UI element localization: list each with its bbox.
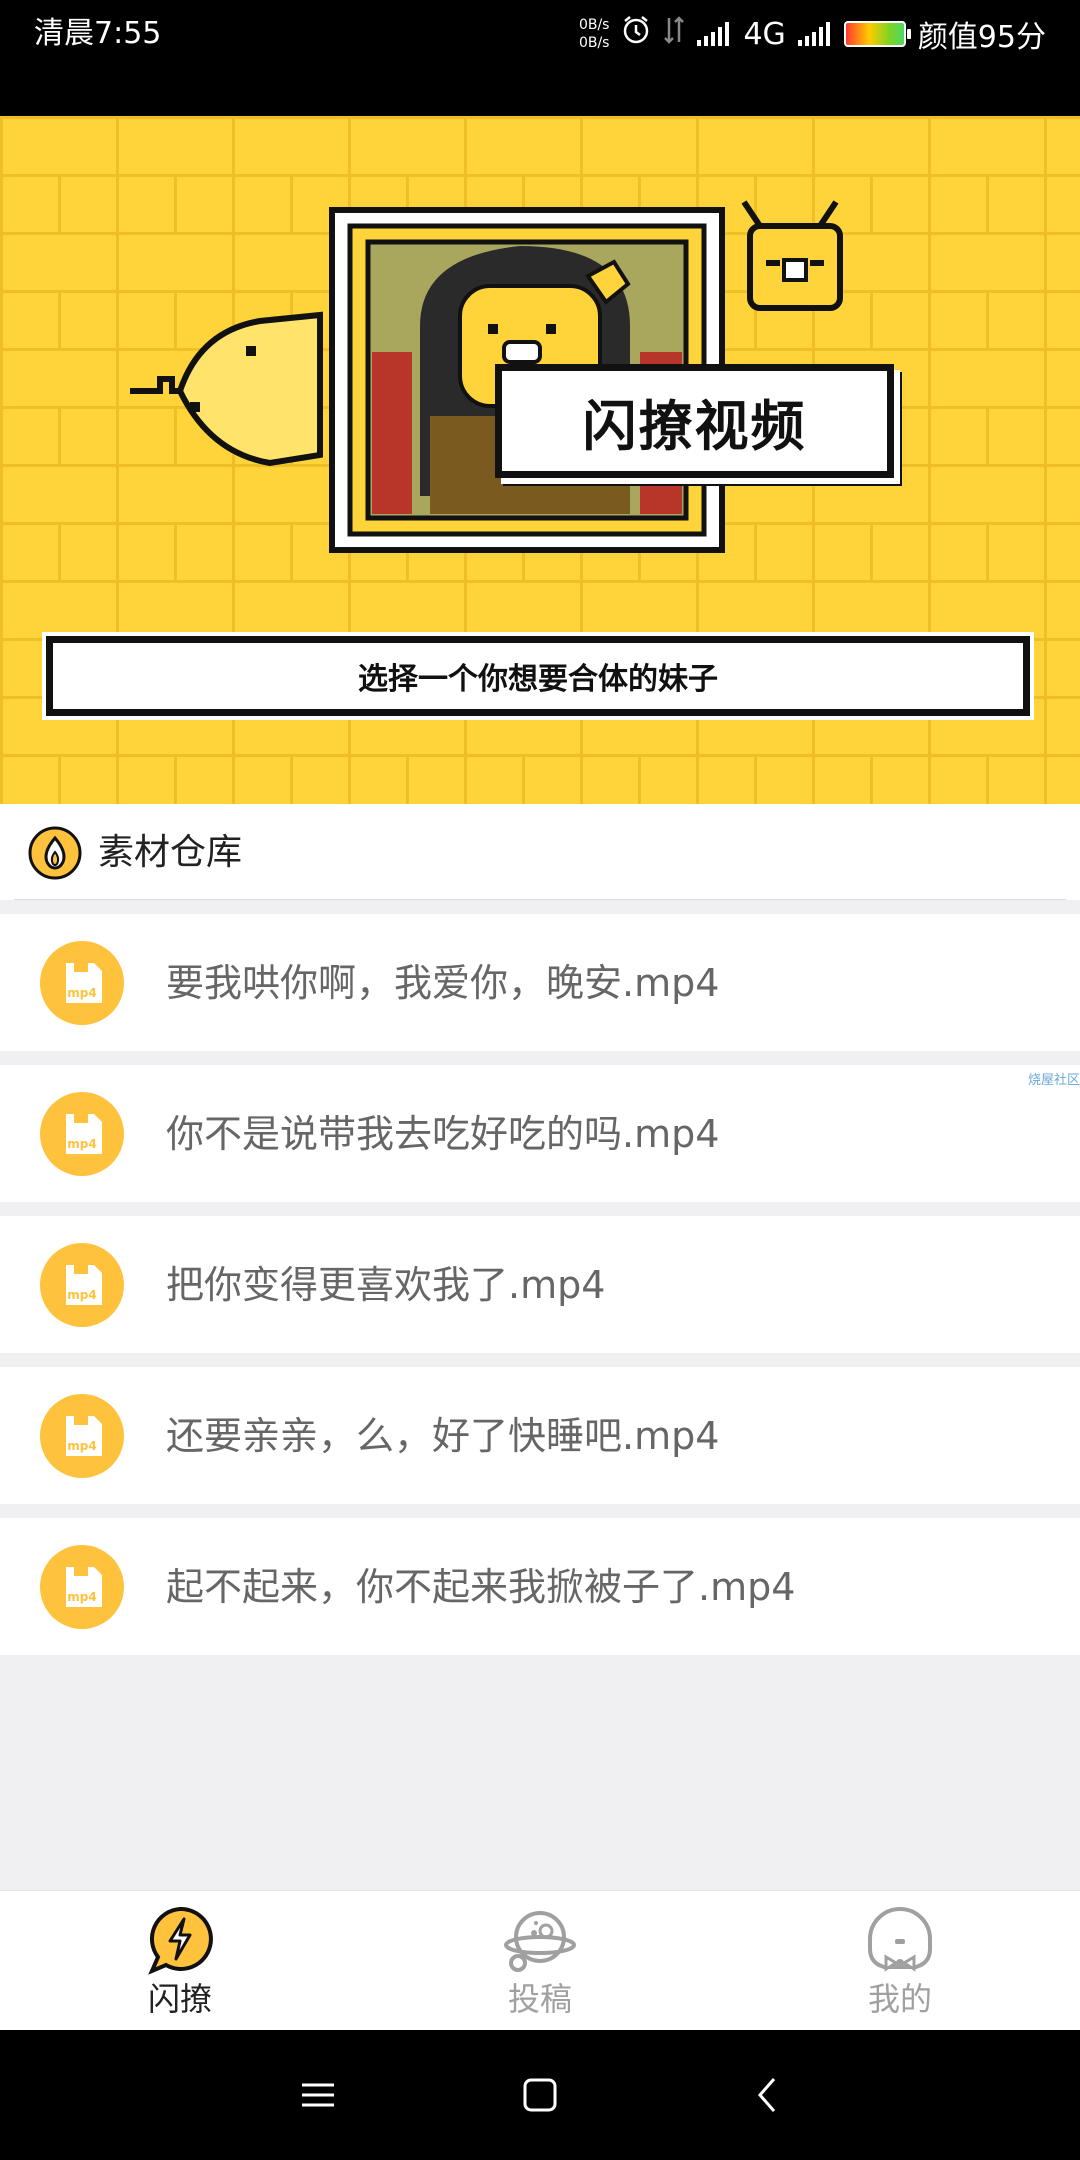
- battery-label: 颜值95分: [917, 20, 1046, 55]
- svg-text:mp4: mp4: [67, 1590, 96, 1604]
- list-item[interactable]: mp4 起不起来，你不起来我掀被子了.mp4: [0, 1518, 1080, 1655]
- divider: [14, 899, 1066, 900]
- menu-icon[interactable]: [298, 2075, 338, 2115]
- face-bowtie-icon: [868, 1906, 932, 1972]
- hero-title: 闪撩视频: [495, 364, 894, 478]
- lightning-bubble-icon: [148, 1906, 213, 1975]
- tab-label: 我的: [867, 1980, 932, 2018]
- net-speed-down: 0B/s: [578, 35, 610, 51]
- mp4-file-icon: mp4: [40, 941, 124, 1025]
- file-name: 你不是说带我去吃好吃的吗.mp4: [166, 1112, 720, 1156]
- status-icons: 0B/s 0B/s 4G 颜值95分: [579, 12, 1046, 56]
- back-icon[interactable]: [748, 2075, 788, 2115]
- file-name: 把你变得更喜欢我了.mp4: [166, 1263, 606, 1307]
- tab-label: 闪撩: [147, 1980, 212, 2018]
- signal-icon: [797, 22, 832, 46]
- mp4-file-icon: mp4: [40, 1092, 124, 1176]
- svg-text:mp4: mp4: [67, 1439, 96, 1453]
- file-name: 还要亲亲，么，好了快睡吧.mp4: [166, 1414, 720, 1458]
- list-item[interactable]: 烧屋社区 mp4 你不是说带我去吃好吃的吗.mp4: [0, 1065, 1080, 1202]
- system-nav-bar: [0, 2030, 1080, 2160]
- signal-icon: [697, 22, 731, 46]
- file-list: mp4 要我哄你啊，我爱你，晚安.mp4 烧屋社区 mp4 你不是说带我去吃好吃…: [0, 914, 1080, 1669]
- status-time: 清晨7:55: [34, 16, 162, 51]
- list-item[interactable]: mp4 要我哄你啊，我爱你，晚安.mp4: [0, 914, 1080, 1051]
- data-arrows-icon: [663, 16, 685, 52]
- section-header: 素材仓库: [0, 804, 1080, 900]
- network-type: 4G: [743, 16, 786, 52]
- planet-icon: [504, 1911, 576, 1972]
- svg-text:mp4: mp4: [67, 986, 96, 1000]
- hero-subtitle: 选择一个你想要合体的妹子: [46, 636, 1030, 716]
- status-bar: 清晨7:55 0B/s 0B/s 4G 颜值95分: [0, 0, 1080, 116]
- svg-text:mp4: mp4: [67, 1137, 96, 1151]
- watermark: 烧屋社区: [1027, 1073, 1080, 1088]
- section-title: 素材仓库: [98, 832, 243, 873]
- file-name: 起不起来，你不起来我掀被子了.mp4: [166, 1565, 796, 1609]
- svg-text:mp4: mp4: [67, 1288, 96, 1302]
- mp4-file-icon: mp4: [40, 1545, 124, 1629]
- home-icon[interactable]: [520, 2075, 560, 2115]
- file-name: 要我哄你啊，我爱你，晚安.mp4: [166, 961, 720, 1005]
- bottom-nav: 闪撩 投稿 我的: [0, 1890, 1080, 2031]
- tab-tougao[interactable]: 投稿: [440, 1903, 640, 2021]
- flame-icon: [28, 826, 82, 880]
- tab-shanliao[interactable]: 闪撩: [80, 1903, 280, 2021]
- list-item[interactable]: mp4 把你变得更喜欢我了.mp4: [0, 1216, 1080, 1353]
- battery-icon: [843, 21, 911, 47]
- tab-label: 投稿: [507, 1980, 572, 2018]
- tab-mine[interactable]: 我的: [800, 1903, 1000, 2021]
- net-speed: 0B/s 0B/s: [579, 16, 610, 52]
- net-speed-up: 0B/s: [578, 17, 610, 33]
- list-item[interactable]: mp4 还要亲亲，么，好了快睡吧.mp4: [0, 1367, 1080, 1504]
- alarm-icon: [621, 15, 651, 53]
- mp4-file-icon: mp4: [40, 1394, 124, 1478]
- hero-banner: 闪撩视频 选择一个你想要合体的妹子: [0, 116, 1080, 804]
- mp4-file-icon: mp4: [40, 1243, 124, 1327]
